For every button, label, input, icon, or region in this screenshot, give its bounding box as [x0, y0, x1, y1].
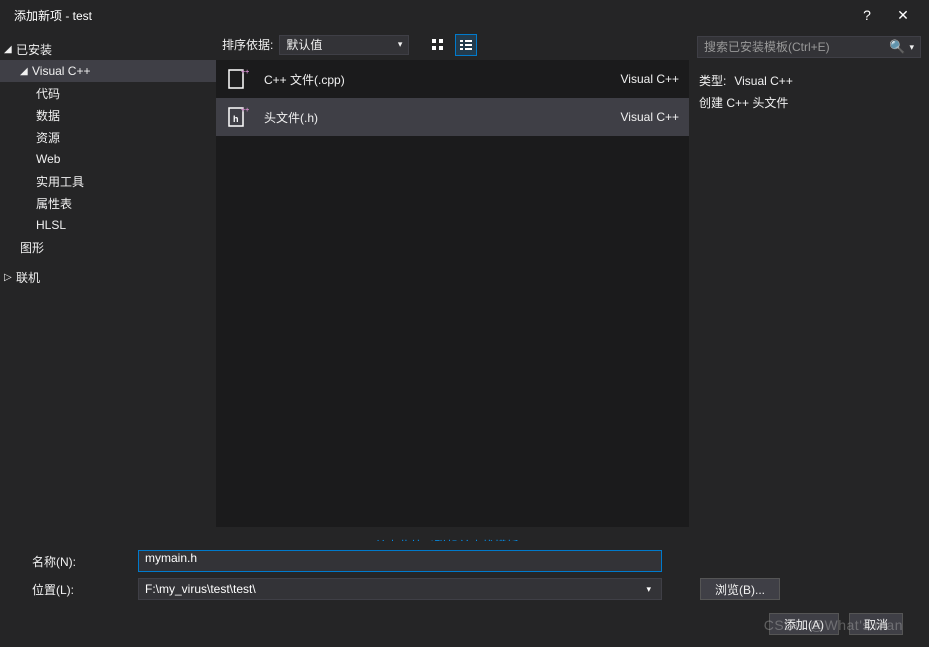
- tree-label: 属性表: [36, 195, 72, 212]
- search-input[interactable]: [704, 40, 889, 54]
- tree-online[interactable]: ▷ 联机: [0, 266, 216, 288]
- window-title: 添加新项 - test: [8, 7, 849, 24]
- location-label: 位置(L):: [32, 581, 128, 598]
- cpp-file-icon: ++: [226, 67, 250, 91]
- list-icon: [459, 38, 473, 52]
- tree-label: 实用工具: [36, 173, 84, 190]
- tree-item-graphics[interactable]: 图形: [0, 236, 216, 258]
- arrow-down-icon: ◢: [20, 66, 32, 77]
- tree-visual-cpp[interactable]: ◢ Visual C++: [0, 60, 216, 82]
- sort-selected: 默认值: [286, 36, 322, 53]
- header-file-icon: h ++: [226, 105, 250, 129]
- bottom-form: 名称(N): 位置(L): ▾ 浏览(B)... 添加(A) 取消: [0, 541, 929, 647]
- tree-label: 图形: [20, 239, 44, 256]
- template-row[interactable]: h ++ 头文件(.h) Visual C++: [216, 98, 689, 136]
- svg-text:++: ++: [241, 69, 249, 76]
- tree-item-web[interactable]: Web: [0, 148, 216, 170]
- view-grid-button[interactable]: [427, 34, 449, 56]
- name-label: 名称(N):: [32, 553, 128, 570]
- detail-body: 类型: Visual C++ 创建 C++ 头文件: [689, 64, 929, 120]
- search-wrap: 🔍 ▾: [689, 30, 929, 64]
- arrow-down-icon: ◢: [4, 44, 16, 55]
- main-area: ◢ 已安装 ◢ Visual C++ 代码 数据 资源 Web 实用工具 属性表…: [0, 30, 929, 560]
- tree-installed[interactable]: ◢ 已安装: [0, 38, 216, 60]
- sort-bar: 排序依据: 默认值 ▾: [216, 30, 689, 60]
- tree-item-resource[interactable]: 资源: [0, 126, 216, 148]
- tree-item-code[interactable]: 代码: [0, 82, 216, 104]
- detail-description: 创建 C++ 头文件: [699, 92, 919, 114]
- tree-item-propsheet[interactable]: 属性表: [0, 192, 216, 214]
- center-panel: 排序依据: 默认值 ▾: [216, 30, 689, 560]
- arrow-right-icon: ▷: [4, 272, 16, 283]
- location-input[interactable]: [145, 582, 642, 596]
- template-name: C++ 文件(.cpp): [264, 71, 621, 88]
- type-label: 类型:: [699, 70, 726, 92]
- cancel-button[interactable]: 取消: [849, 613, 903, 635]
- chevron-down-icon: ▾: [398, 39, 403, 50]
- view-list-button[interactable]: [455, 34, 477, 56]
- tree-item-hlsl[interactable]: HLSL: [0, 214, 216, 236]
- chevron-down-icon[interactable]: ▾: [642, 584, 655, 595]
- svg-text:h: h: [233, 114, 239, 124]
- template-list: ++ C++ 文件(.cpp) Visual C++ h ++ 头文件(.h) …: [216, 60, 689, 527]
- grid-icon: [431, 38, 445, 52]
- browse-button[interactable]: 浏览(B)...: [700, 578, 780, 600]
- type-value: Visual C++: [734, 70, 792, 92]
- detail-panel: 🔍 ▾ 类型: Visual C++ 创建 C++ 头文件: [689, 30, 929, 560]
- help-button[interactable]: ?: [849, 0, 885, 30]
- template-name: 头文件(.h): [264, 109, 621, 126]
- tree-label: 已安装: [16, 41, 52, 58]
- sort-dropdown[interactable]: 默认值 ▾: [279, 35, 409, 55]
- svg-text:++: ++: [241, 107, 249, 114]
- template-lang: Visual C++: [621, 110, 679, 124]
- tree-label: 联机: [16, 269, 40, 286]
- add-button[interactable]: 添加(A): [769, 613, 839, 635]
- dropdown-icon: ▾: [909, 42, 914, 53]
- title-bar: 添加新项 - test ? ✕: [0, 0, 929, 30]
- location-input-wrap[interactable]: ▾: [138, 578, 662, 600]
- tree-item-data[interactable]: 数据: [0, 104, 216, 126]
- search-box[interactable]: 🔍 ▾: [697, 36, 921, 58]
- search-icon: 🔍: [889, 39, 905, 55]
- tree-label: 代码: [36, 85, 60, 102]
- template-row[interactable]: ++ C++ 文件(.cpp) Visual C++: [216, 60, 689, 98]
- close-button[interactable]: ✕: [885, 0, 921, 30]
- tree-label: Visual C++: [32, 64, 90, 78]
- tree-label: HLSL: [36, 218, 66, 232]
- sort-label: 排序依据:: [222, 36, 273, 53]
- name-input-wrap[interactable]: [138, 550, 662, 572]
- template-lang: Visual C++: [621, 72, 679, 86]
- tree-item-util[interactable]: 实用工具: [0, 170, 216, 192]
- name-input[interactable]: [145, 551, 655, 565]
- tree-label: 资源: [36, 129, 60, 146]
- tree-label: 数据: [36, 107, 60, 124]
- category-tree: ◢ 已安装 ◢ Visual C++ 代码 数据 资源 Web 实用工具 属性表…: [0, 30, 216, 560]
- tree-label: Web: [36, 152, 60, 166]
